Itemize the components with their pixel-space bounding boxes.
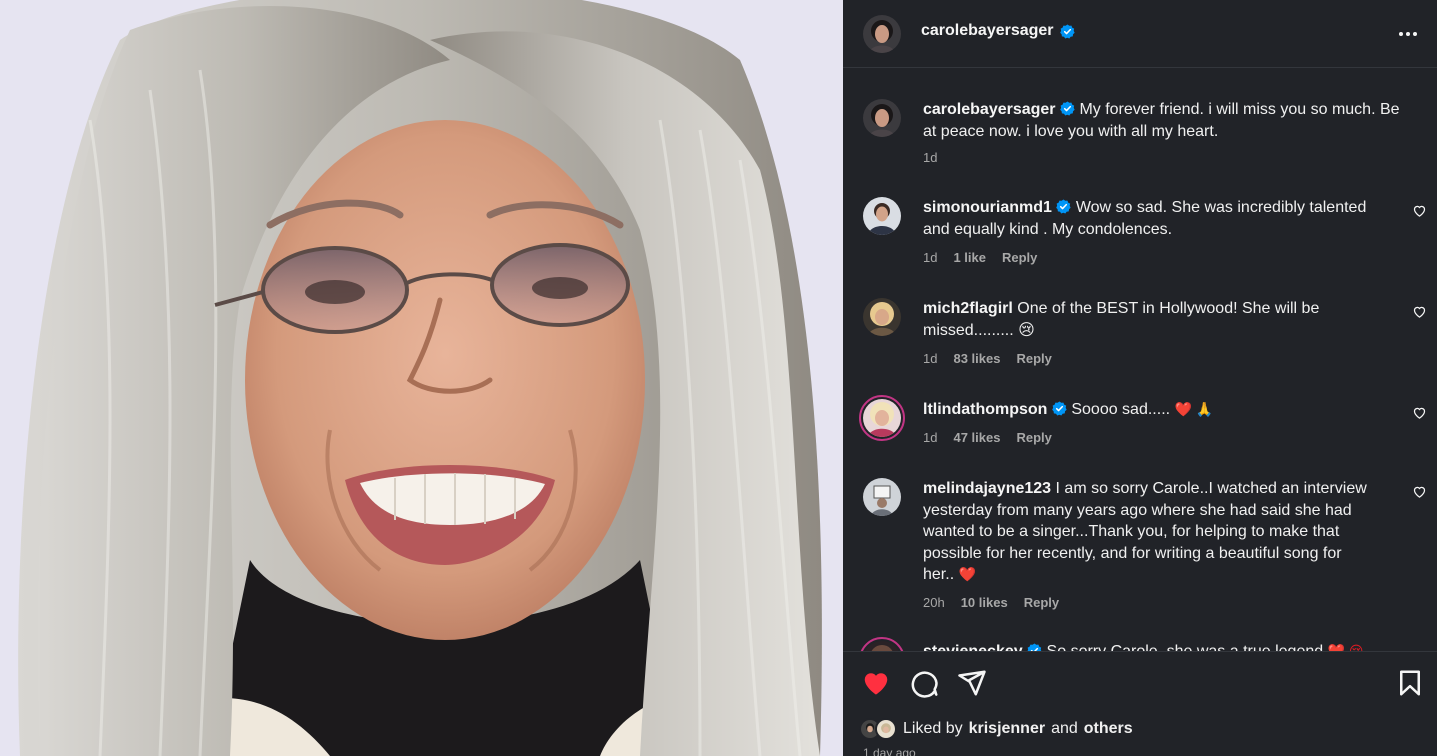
comment-body: melindajayne123 I am so sorry Carole..I … <box>923 478 1419 586</box>
reply-button[interactable]: Reply <box>1002 250 1037 265</box>
avatar-image <box>863 15 901 53</box>
comment-time: 1d <box>923 250 938 265</box>
comment-text-line: at peace now. i love you with all my hea… <box>923 122 1219 140</box>
comment-body: stevieneckey So sorry Carole, she was a … <box>923 641 1419 651</box>
like-comment-heart-icon[interactable] <box>1412 304 1427 319</box>
commenter-avatar-story-ring[interactable] <box>859 637 905 651</box>
verified-badge-icon <box>1056 199 1071 214</box>
comment-text-line: One of the BEST in Hollywood! She will b… <box>1017 300 1320 317</box>
like-comment-heart-icon[interactable] <box>1412 203 1427 218</box>
comments-list[interactable]: carolebayersager My forever friend. i wi… <box>843 69 1437 651</box>
post-photo[interactable] <box>0 0 843 756</box>
comment-likes[interactable]: 10 likes <box>961 595 1008 610</box>
comment-text-line: her.. <box>923 566 955 583</box>
comment-text-line: missed......... <box>923 321 1014 339</box>
comment-text-line: So sorry Carole, she was a true legend <box>1047 643 1324 651</box>
verified-badge-icon <box>1059 23 1075 39</box>
verified-badge-icon <box>1027 643 1042 651</box>
comment-text-line: Wow so sad. She was incredibly talented <box>1075 199 1367 216</box>
post-action-bar: Liked by krisjenner and others 1 day ago <box>843 651 1437 756</box>
verified-badge-icon <box>1052 401 1067 416</box>
comment-body: mich2flagirl One of the BEST in Hollywoo… <box>923 298 1419 341</box>
bookmark-icon <box>1400 670 1420 696</box>
liked-by-prefix: Liked by <box>903 720 963 737</box>
post-time-ago: 1 day ago <box>863 746 916 756</box>
commenter-avatar[interactable] <box>863 478 901 516</box>
comment-username[interactable]: simonourianmd1 <box>923 199 1052 216</box>
like-comment-heart-icon[interactable] <box>1412 484 1427 499</box>
more-options-button[interactable] <box>1393 20 1423 48</box>
like-comment-heart-icon[interactable] <box>1412 405 1427 420</box>
comment-time: 1d <box>923 150 938 165</box>
comment-likes[interactable]: 83 likes <box>953 351 1000 366</box>
liked-by-row[interactable]: Liked by krisjenner and others <box>859 718 1133 740</box>
comment-username[interactable]: ltlindathompson <box>923 401 1047 418</box>
liked-by-and: and <box>1051 720 1078 737</box>
comment-body: carolebayersager My forever friend. i wi… <box>923 99 1419 142</box>
comment-meta: 1d 47 likes Reply <box>923 430 1052 445</box>
comment-username[interactable]: carolebayersager <box>923 101 1056 118</box>
comment-text-line: Soooo sad..... <box>1071 401 1171 418</box>
commenter-avatar[interactable] <box>863 99 901 137</box>
liked-by-user[interactable]: krisjenner <box>969 720 1045 738</box>
post-header: carolebayersager <box>843 0 1437 68</box>
verified-badge-icon <box>1060 101 1075 116</box>
author-username-row[interactable]: carolebayersager <box>921 22 1075 40</box>
comment-time: 1d <box>923 430 938 445</box>
heart-emoji: ❤️ <box>958 566 977 582</box>
comment-meta: 1d <box>923 150 937 165</box>
comment-icon <box>911 671 938 698</box>
liker-avatar <box>875 718 897 740</box>
comment-body: ltlindathompson Soooo sad..... ❤️ 🙏 <box>923 399 1419 421</box>
liked-by-others[interactable]: others <box>1084 720 1133 738</box>
post-side-panel: carolebayersager carolebayersager My for… <box>843 0 1437 756</box>
comment-username[interactable]: stevieneckey <box>923 643 1023 651</box>
comment-username[interactable]: mich2flagirl <box>923 300 1013 317</box>
comment-likes[interactable]: 1 like <box>953 250 986 265</box>
comment-text-line: wanted to be a singer...Thank you, for h… <box>923 523 1340 540</box>
more-horizontal-icon <box>1399 32 1403 36</box>
comment-meta: 1d 1 like Reply <box>923 250 1037 265</box>
share-icon <box>958 670 986 696</box>
comment-text-line: yesterday from many years ago where she … <box>923 501 1352 519</box>
comment-text-line: and equally kind . My condolences. <box>923 220 1173 238</box>
sad-face-emoji: 😢 <box>1018 321 1035 339</box>
comment-time: 20h <box>923 595 945 610</box>
author-avatar[interactable] <box>863 15 901 53</box>
comment-body: simonourianmd1 Wow so sad. She was incre… <box>923 197 1419 240</box>
reply-button[interactable]: Reply <box>1024 595 1059 610</box>
heart-pray-emoji: ❤️ 🙏 <box>1174 401 1214 417</box>
share-button[interactable] <box>957 668 987 698</box>
comment-button[interactable] <box>909 668 939 698</box>
comment-meta: 20h 10 likes Reply <box>923 595 1059 610</box>
comment-username[interactable]: melindajayne123 <box>923 480 1051 497</box>
portrait-illustration <box>0 0 843 756</box>
heart-filled-icon <box>864 673 888 695</box>
comment-text-line: My forever friend. i will miss you so mu… <box>1079 101 1400 118</box>
reply-button[interactable]: Reply <box>1016 430 1051 445</box>
author-username[interactable]: carolebayersager <box>921 22 1054 40</box>
save-button[interactable] <box>1395 668 1425 698</box>
commenter-avatar[interactable] <box>863 298 901 336</box>
comment-time: 1d <box>923 351 938 366</box>
comment-text-line: possible for her recently, and for writi… <box>923 544 1342 562</box>
commenter-avatar[interactable] <box>863 197 901 235</box>
reply-button[interactable]: Reply <box>1016 351 1051 366</box>
commenter-avatar-story-ring[interactable] <box>859 395 905 441</box>
comment-meta: 1d 83 likes Reply <box>923 351 1052 366</box>
comment-text-line: I am so sorry Carole..I watched an inter… <box>1055 480 1367 497</box>
like-button[interactable] <box>861 668 891 698</box>
comment-likes[interactable]: 47 likes <box>953 430 1000 445</box>
heart-sad-emoji: ❤️ 😢 <box>1327 643 1364 651</box>
